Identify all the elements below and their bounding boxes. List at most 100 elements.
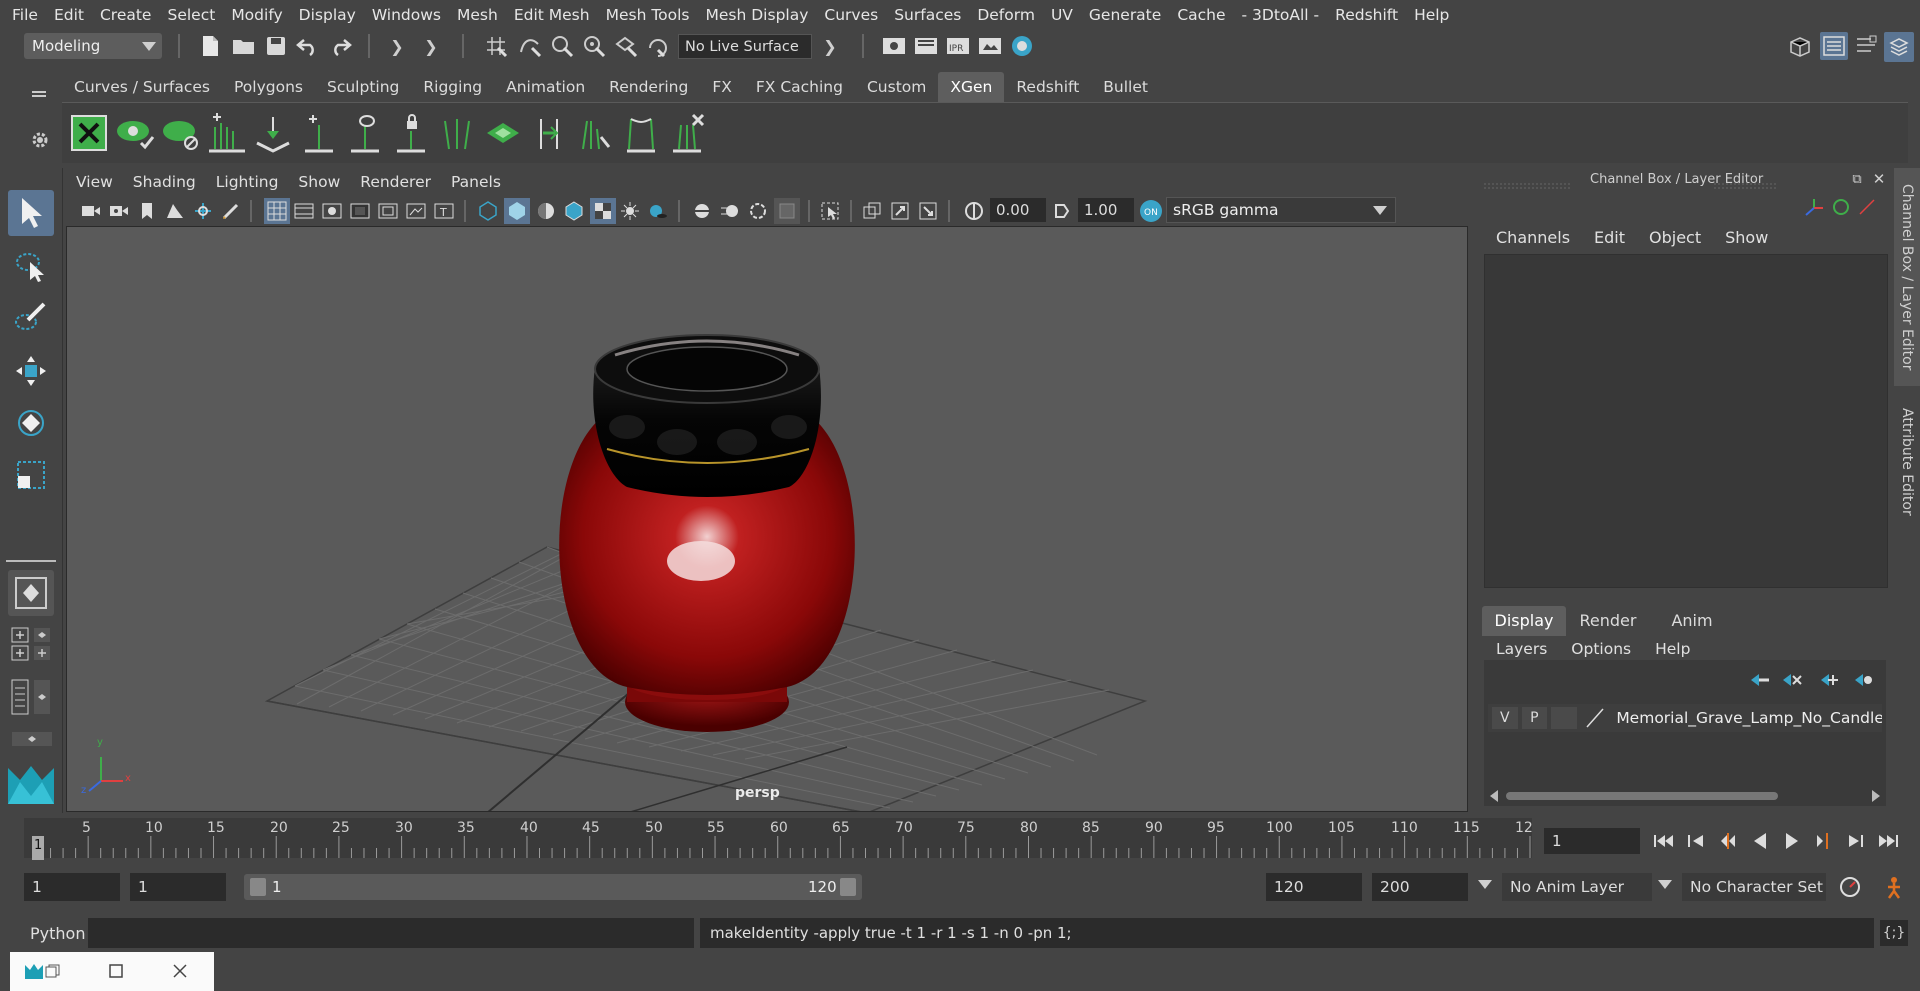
memorial-grave-lamp-model[interactable] [559,334,855,732]
xgen-select-guides-icon[interactable] [344,110,386,156]
character-set-dropdown[interactable]: No Character Set [1682,873,1826,901]
snap-surface-icon[interactable] [612,32,640,60]
paint-select-tool[interactable] [8,296,54,342]
gear-icon[interactable] [28,128,52,152]
xgen-guide-sculpt-icon[interactable] [436,110,478,156]
hyperbolic-icon[interactable] [1856,196,1878,218]
render-frame-icon[interactable] [912,32,940,60]
menu-mesh[interactable]: Mesh [449,6,506,24]
depth-of-field-icon[interactable] [774,198,800,224]
menu-create[interactable]: Create [92,6,160,24]
tool-settings-icon[interactable] [1852,32,1880,60]
new-layer-icon[interactable] [1818,670,1842,690]
animation-start-field[interactable]: 1 [24,873,120,901]
range-slider-start-handle[interactable] [250,878,266,896]
snap-point-icon[interactable] [548,32,576,60]
range-slider[interactable] [244,874,862,900]
shelf-tab-curves-surfaces[interactable]: Curves / Surfaces [62,72,222,102]
wireframe-icon[interactable] [476,200,500,222]
shelf-tab-animation[interactable]: Animation [494,72,597,102]
maximize-window-icon[interactable] [108,963,124,979]
xgen-preview-icon[interactable] [114,110,156,156]
move-layer-up-icon[interactable] [1748,670,1772,690]
menu-generate[interactable]: Generate [1081,6,1169,24]
range-slider-end-handle[interactable] [840,878,856,896]
channel-box-side-tab[interactable]: Channel Box / Layer Editor [1894,168,1920,386]
show-menu[interactable]: Show [1713,228,1780,247]
bookmark-icon[interactable] [138,200,156,222]
resolution-gate-icon[interactable] [320,200,344,222]
layer-display-type-toggle[interactable] [1551,707,1577,729]
chevron-down-icon[interactable] [1478,880,1492,889]
tab-anim[interactable]: Anim [1650,606,1734,636]
menu-display[interactable]: Display [291,6,364,24]
xray-icon[interactable] [860,200,884,222]
safe-title-icon[interactable]: T [432,200,456,222]
menu-surfaces[interactable]: Surfaces [886,6,969,24]
ipr-render-icon[interactable]: IPR [944,32,972,60]
scale-tool[interactable] [8,452,54,498]
color-space-dropdown[interactable]: sRGB gamma [1166,197,1396,223]
isolate-select-icon[interactable] [818,200,842,222]
lock-icon[interactable] [390,110,432,156]
playback-start-field[interactable]: 1 [130,873,226,901]
tab-render[interactable]: Render [1566,606,1650,636]
motion-blur-icon[interactable] [718,200,742,222]
layer-playback-toggle[interactable]: P [1521,707,1548,729]
close-icon[interactable]: ✕ [1870,170,1888,188]
select-mode-icon[interactable]: ❯ [420,32,442,60]
go-to-end-button[interactable] [1874,828,1902,854]
default-material-icon[interactable] [534,200,558,222]
xgen-cut-icon[interactable] [574,110,616,156]
shelf-tab-fx-caching[interactable]: FX Caching [744,72,855,102]
camera-icon[interactable] [80,200,102,222]
step-back-key-button[interactable] [1714,828,1742,854]
shelf-tab-bullet[interactable]: Bullet [1091,72,1160,102]
shelf-menu-icon[interactable] [28,84,50,97]
menu-windows[interactable]: Windows [364,6,449,24]
grid-icon[interactable] [264,198,290,224]
menu-edit[interactable]: Edit [46,6,92,24]
2d-pan-zoom-icon[interactable] [192,200,214,222]
anti-aliasing-icon[interactable] [746,200,770,222]
viewport-menu-lighting[interactable]: Lighting [206,173,289,191]
xray-joints-icon[interactable] [916,200,940,222]
open-scene-icon[interactable] [230,32,258,60]
animation-preferences-icon[interactable] [1878,874,1908,900]
select-tool[interactable] [8,190,54,236]
shadows-icon[interactable] [646,200,670,222]
xgen-delete-guides-icon[interactable] [666,110,708,156]
viewport-menu-show[interactable]: Show [288,173,350,191]
shelf-tab-rendering[interactable]: Rendering [597,72,700,102]
object-menu[interactable]: Object [1637,228,1713,247]
new-scene-icon[interactable] [196,32,224,60]
safe-action-icon[interactable] [404,200,428,222]
render-view-icon[interactable] [880,32,908,60]
menu-set-icon[interactable]: ❯ [386,32,408,60]
attribute-editor-toggle-icon[interactable] [1820,32,1848,60]
menu-edit-mesh[interactable]: Edit Mesh [506,6,598,24]
snap-grid-icon[interactable] [482,32,510,60]
menu-select[interactable]: Select [159,6,223,24]
xgen-noise-icon[interactable] [528,110,570,156]
playback-end-field[interactable]: 120 [1266,873,1362,901]
gate-mask-icon[interactable] [348,200,372,222]
new-layer-from-selected-icon[interactable] [1852,670,1876,690]
mode-selector[interactable]: Modeling [24,33,162,59]
edit-menu[interactable]: Edit [1582,228,1637,247]
save-scene-icon[interactable] [262,32,290,60]
layer-visibility-toggle[interactable]: V [1492,707,1518,729]
restore-window-icon[interactable] [44,964,60,978]
snap-view-icon[interactable] [580,32,608,60]
chevron-down-icon[interactable] [1658,880,1672,889]
close-window-icon[interactable] [172,963,188,979]
channel-box-toggle-icon[interactable] [1884,32,1914,62]
menu-file[interactable]: File [0,6,46,24]
float-panel-icon[interactable]: ⧉ [1848,170,1866,188]
lasso-tool[interactable] [8,244,54,290]
script-editor-icon[interactable]: {;} [1880,920,1908,946]
shelf-tab-rigging[interactable]: Rigging [411,72,494,102]
workspace-icon[interactable] [1786,32,1814,60]
panel-grip[interactable] [1714,176,1778,189]
current-frame-field[interactable]: 1 [1544,828,1640,854]
